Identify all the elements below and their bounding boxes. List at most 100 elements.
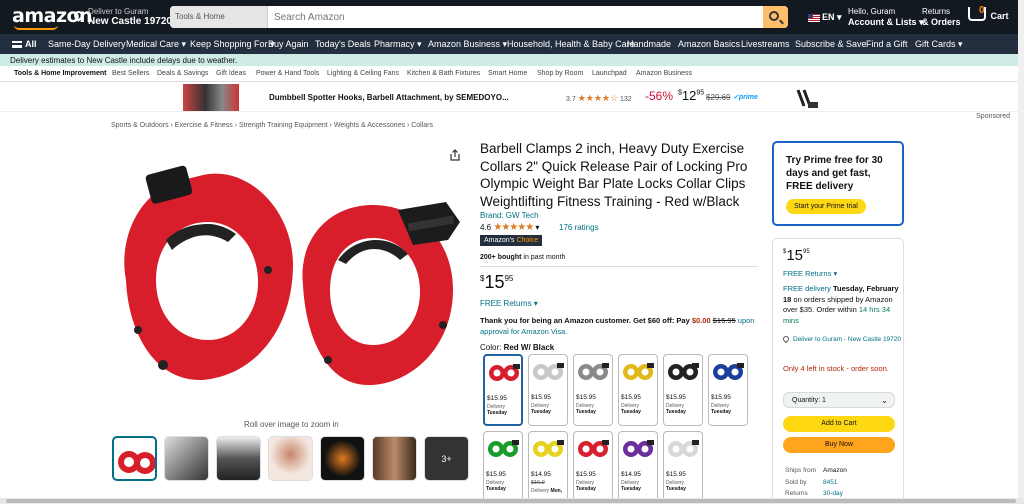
language-selector[interactable]: EN ▾ (808, 12, 842, 23)
color-swatch[interactable]: $15.95 Delivery Tuesday (483, 354, 523, 426)
horizontal-scrollbar[interactable] (0, 498, 1024, 504)
search-category-select[interactable]: Tools & Home Improvement ▾ (170, 6, 268, 28)
subnav-item[interactable]: Power & Hand Tools (256, 70, 319, 77)
thumbnail[interactable] (320, 436, 365, 481)
subnav-item[interactable]: Gift Ideas (216, 70, 246, 77)
nav-item[interactable]: Today's Deals (315, 39, 371, 49)
add-to-cart-button[interactable]: Add to Cart (783, 416, 895, 432)
color-swatch[interactable]: $15.95 Delivery Tuesday (573, 431, 613, 503)
product-rating: 4.6 ★★★★★ ▾ 176 ratings (480, 222, 599, 233)
swatch-image (488, 440, 519, 457)
nav-item-label: Amazon Business (428, 39, 501, 49)
scrollbar-thumb[interactable] (6, 499, 1016, 503)
color-swatch[interactable]: $15.95 Delivery Tuesday (708, 354, 748, 426)
subnav-item[interactable]: Amazon Business (636, 70, 692, 77)
nav-item[interactable]: Pharmacy ▾ (374, 39, 422, 50)
swatch-price: $15.95 (486, 471, 506, 478)
nav-item[interactable]: Amazon Basics (678, 39, 740, 49)
start-prime-trial-button[interactable]: Start your Prime trial (786, 199, 866, 214)
returns-orders[interactable]: Returns & Orders (922, 7, 961, 27)
color-swatch[interactable]: $15.95 Delivery Tuesday (663, 354, 703, 426)
nav-item[interactable]: Household, Health & Baby Care (507, 39, 635, 49)
color-label: Color: Red W/ Black (480, 343, 554, 352)
deliver-to-location-link[interactable]: Deliver to Guram - New Castle 19720 (781, 334, 901, 344)
thumbnail[interactable] (164, 436, 209, 481)
quantity-select[interactable]: Quantity: 1 ⌄ (783, 392, 895, 408)
price-whole: 15 (484, 272, 505, 292)
nav-item[interactable]: Subscribe & Save (795, 39, 867, 49)
color-value: Red W/ Black (503, 343, 555, 352)
thumbnail[interactable] (216, 436, 261, 481)
free-returns-link[interactable]: FREE Returns ▾ (480, 299, 538, 308)
swatch-image (578, 440, 609, 457)
product-main-image[interactable] (108, 150, 468, 400)
ratings-count-link[interactable]: 176 ratings (559, 223, 599, 232)
ad-price: $1295 (678, 88, 705, 103)
color-swatch[interactable]: $15.95 Delivery Tuesday (618, 354, 658, 426)
nav-item[interactable]: Livestreams (741, 39, 790, 49)
nav-item[interactable]: Amazon Business ▾ (428, 39, 507, 50)
nav-item[interactable]: Gift Cards ▾ (915, 39, 963, 50)
buy-now-button[interactable]: Buy Now (783, 437, 895, 453)
search-input[interactable] (270, 6, 760, 28)
color-swatch[interactable]: $15.95 Delivery Tuesday (663, 431, 703, 503)
account-lists[interactable]: Hello, Guram Account & Lists ▾ (848, 7, 924, 27)
buybox-free-returns[interactable]: FREE Returns ▾ (783, 269, 837, 278)
color-swatch[interactable]: $15.95 Delivery Tuesday (483, 431, 523, 503)
search-button[interactable] (763, 6, 788, 28)
subnav-item[interactable]: Shop by Room (537, 70, 583, 77)
subnav-item[interactable]: Deals & Savings (157, 70, 208, 77)
color-swatch[interactable]: $14.95 $16.9 Delivery Mon, (528, 431, 568, 503)
nav-item[interactable]: Handmade (627, 39, 671, 49)
ad-product-image[interactable] (183, 84, 239, 111)
nav-item[interactable]: Keep Shopping For ▾ (190, 39, 275, 50)
breadcrumb[interactable]: Sports & Outdoors › Exercise & Fitness ›… (111, 122, 433, 129)
visa-promo[interactable]: Thank you for being an Amazon customer. … (480, 315, 760, 337)
nav-item[interactable]: Same-Day Delivery (48, 39, 126, 49)
brand-link[interactable]: Brand: GW Tech (480, 211, 539, 220)
thumbnail[interactable] (268, 436, 313, 481)
ad-title[interactable]: Dumbbell Spotter Hooks, Barbell Attachme… (269, 93, 509, 102)
nav-item-label: Gift Cards (915, 39, 956, 49)
subnav-item[interactable]: Best Sellers (112, 70, 149, 77)
nav-item[interactable]: Buy Again (268, 39, 309, 49)
buybox-price-symbol: $ (783, 249, 787, 255)
thumbnail[interactable] (112, 436, 157, 481)
color-swatch[interactable]: $15.95 Delivery Tuesday (573, 354, 613, 426)
nav-item[interactable]: Medical Care ▾ (126, 39, 186, 50)
more-media-thumbnail[interactable]: 3+ (424, 436, 469, 481)
amazons-choice-badge: Amazon's Choice (480, 235, 543, 246)
subnav-item[interactable]: Lighting & Ceiling Fans (327, 70, 399, 77)
subnav-item[interactable]: Launchpad (592, 70, 627, 77)
deliver-to[interactable]: Deliver to Guram New Castle 19720 (88, 7, 172, 27)
sponsored-ad-bar[interactable]: Dumbbell Spotter Hooks, Barbell Attachme… (0, 82, 1024, 112)
search-category-value: Tools & Home Improvement (175, 12, 225, 21)
seller-meta-values: Amazon 8451 30-day (823, 465, 847, 500)
vertical-scrollbar[interactable] (1018, 0, 1024, 504)
sold-by-link[interactable]: 8451 (823, 477, 847, 489)
swatch-image (623, 440, 654, 457)
cart-button[interactable]: 0 Cart (968, 5, 1009, 21)
swatch-delivery-day: Tuesday (531, 409, 551, 415)
promo-strike: $15.95 (712, 316, 736, 325)
ad-prime-badge: ✓prime (733, 94, 758, 101)
nav-item[interactable]: Find a Gift (866, 39, 908, 49)
account-label: Account & Lists (848, 17, 917, 27)
thumbnail[interactable] (372, 436, 417, 481)
delivery-info: FREE delivery Tuesday, February 18 on or… (783, 284, 901, 326)
color-swatch[interactable]: $15.95 Delivery Tuesday (528, 354, 568, 426)
nav-item-label: Keep Shopping For (190, 39, 268, 49)
subnav-item[interactable]: Smart Home (488, 70, 527, 77)
swatch-price: $15.95 (576, 394, 596, 401)
deliver-to-label: Deliver to Guram (88, 7, 149, 16)
subnav-item[interactable]: Kitchen & Bath Fixtures (407, 70, 480, 77)
all-menu-button[interactable]: All (12, 39, 37, 49)
swatch-price: $15.95 (666, 394, 686, 401)
rating-stars-icon[interactable]: ★★★★★ (493, 222, 534, 233)
swatch-price: $15.95 (621, 394, 641, 401)
free-delivery-link[interactable]: FREE delivery (783, 284, 831, 293)
color-swatch[interactable]: $14.95 Delivery Tuesday (618, 431, 658, 503)
nav-item-label: Pharmacy (374, 39, 415, 49)
subnav-item[interactable]: Tools & Home Improvement (14, 70, 106, 77)
swatch-delivery-day: Tuesday (621, 486, 641, 492)
